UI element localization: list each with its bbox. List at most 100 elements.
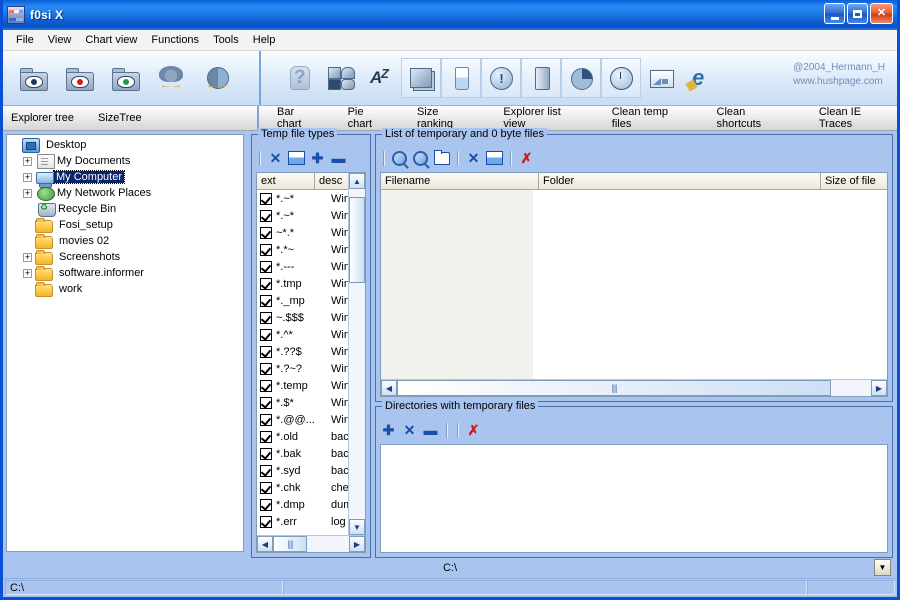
checkbox-icon[interactable] [260,294,272,307]
file-list-hscrollbar[interactable]: ◀ |||| ▶ [381,379,887,396]
temp-type-row[interactable]: ~*.* Wind [257,224,348,241]
open-folder-button[interactable] [433,149,450,166]
temp-type-row[interactable]: ~.$$$ Wind [257,309,348,326]
temp-type-row[interactable]: *._mp Wind [257,292,348,309]
temp-types-vscrollbar[interactable]: ▲ ▼ [348,173,365,535]
temp-type-row[interactable]: *.*~ Wind [257,241,348,258]
explorer-tree-gray-icon[interactable] [13,58,53,98]
scroll-down-button[interactable]: ▼ [349,519,365,535]
add-directory-button[interactable]: ✚ [380,422,397,438]
tree-expander-icon[interactable]: + [23,188,32,198]
tree-node[interactable]: + My Computer [10,169,243,188]
temp-type-row[interactable]: *.old back [257,428,348,445]
temp-type-row[interactable]: *.~* Wind [257,207,348,224]
menu-view[interactable]: View [41,32,79,48]
tree-node[interactable]: Recycle Bin [10,201,243,217]
add-type-button[interactable]: ✚ [309,150,326,166]
uncheck-all-button[interactable]: ✕ [267,150,284,166]
directories-listview[interactable] [380,444,888,553]
temp-type-row[interactable]: *.tmp Wind [257,275,348,292]
temp-type-row[interactable]: *.bak back [257,445,348,462]
temp-types-hscrollbar[interactable]: ◀ |||| ▶ [257,535,365,552]
check-all-button[interactable] [288,150,305,166]
temp-types-rows[interactable]: *.~* Wind *.~* Wind ~*.* Wind *.*~ Wind *.--- Win… [257,190,348,535]
temp-types-listview[interactable]: ext desc *.~* Wind *.~* Wind ~*.* Wind *.*~ Win… [256,172,366,553]
uncheck-all-files-button[interactable]: ✕ [465,150,482,166]
explorer-list-view-icon[interactable] [441,58,481,98]
tree-node[interactable]: work [10,281,243,297]
temp-type-row[interactable]: *.^* Wind [257,326,348,343]
sizetree-icon[interactable]: ←→ [151,58,191,98]
uncheck-all-dirs-button[interactable]: ✕ [401,422,418,438]
menu-tools[interactable]: Tools [206,32,246,48]
chart-icon[interactable] [641,58,681,98]
checkbox-icon[interactable] [260,413,272,426]
column-header-desc[interactable]: desc [315,173,348,189]
checkbox-icon[interactable] [260,277,272,290]
hscroll-thumb[interactable]: |||| [397,380,831,396]
explorer-tree-red-icon[interactable] [59,58,99,98]
temp-type-row[interactable]: *.temp Wind [257,377,348,394]
scroll-right-button[interactable]: ▶ [871,380,887,396]
scroll-left-button[interactable]: ◀ [381,380,397,396]
tree-node[interactable]: movies 02 [10,233,243,249]
remove-directory-button[interactable]: ▬ [422,422,439,438]
checkbox-icon[interactable] [260,498,272,511]
tree-node[interactable]: + My Documents [10,153,243,169]
temp-type-row[interactable]: *.@@... Wind [257,411,348,428]
tree-expander-icon[interactable]: + [23,252,32,262]
checkbox-icon[interactable] [260,226,272,239]
delete-files-button[interactable]: ✗ [518,150,535,166]
temp-type-row[interactable]: *.--- Wind [257,258,348,275]
check-all-files-button[interactable] [486,150,503,166]
tree-expander-icon[interactable]: + [23,172,32,182]
checkbox-icon[interactable] [260,345,272,358]
bar-chart-icon[interactable]: ? [281,58,321,98]
checkbox-icon[interactable] [260,430,272,443]
clean-temp-files-icon[interactable]: ! [481,58,521,98]
size-ranking-icon[interactable] [401,58,441,98]
menu-functions[interactable]: Functions [144,32,206,48]
clock-icon[interactable] [601,58,641,98]
tree-expander-icon[interactable]: + [23,268,32,278]
scroll-thumb[interactable] [349,197,365,283]
temp-type-row[interactable]: *.chk chec [257,479,348,496]
pie-ranking-icon[interactable] [561,58,601,98]
pie-chart-icon[interactable] [321,58,361,98]
tree-node[interactable]: + Screenshots [10,249,243,265]
tree-node[interactable]: + software.informer [10,265,243,281]
search-button[interactable] [391,150,408,166]
checkbox-icon[interactable] [260,328,272,341]
column-header-ext[interactable]: ext [257,173,315,189]
menu-chart-view[interactable]: Chart view [78,32,144,48]
temp-type-row[interactable]: *.$* Wind [257,394,348,411]
column-header-folder[interactable]: Folder [539,173,821,189]
checkbox-icon[interactable] [260,379,272,392]
checkbox-icon[interactable] [260,464,272,477]
tree-node[interactable]: Fosi_setup [10,217,243,233]
delete-directories-button[interactable]: ✗ [465,422,482,438]
checkbox-icon[interactable] [260,260,272,273]
tree-expander-icon[interactable]: + [23,156,32,166]
checkbox-icon[interactable] [260,243,272,256]
tree-node[interactable]: + My Network Places [10,185,243,201]
temp-type-row[interactable]: *.err log fi [257,513,348,530]
path-dropdown-button[interactable]: ▼ [874,559,891,576]
temp-type-row[interactable]: *.syd back [257,462,348,479]
scroll-up-button[interactable]: ▲ [349,173,365,189]
clean-shortcuts-icon[interactable] [521,58,561,98]
temp-type-row[interactable]: *.dmp dump [257,496,348,513]
menu-file[interactable]: File [9,32,41,48]
remove-type-button[interactable]: ▬ [330,150,347,166]
temp-type-row[interactable]: *.~* Wind [257,190,348,207]
checkbox-icon[interactable] [260,447,272,460]
temp-type-row[interactable]: *.?~? Wind [257,360,348,377]
checkbox-icon[interactable] [260,311,272,324]
checkbox-icon[interactable] [260,396,272,409]
scroll-right-button[interactable]: ▶ [349,536,365,552]
pie-expand-icon[interactable]: ←→ [197,58,237,98]
checkbox-icon[interactable] [260,362,272,375]
file-listview[interactable]: Filename Folder Size of file ◀ |||| ▶ [380,172,888,397]
checkbox-icon[interactable] [260,481,272,494]
temp-type-row[interactable]: *.??$ Wind [257,343,348,360]
